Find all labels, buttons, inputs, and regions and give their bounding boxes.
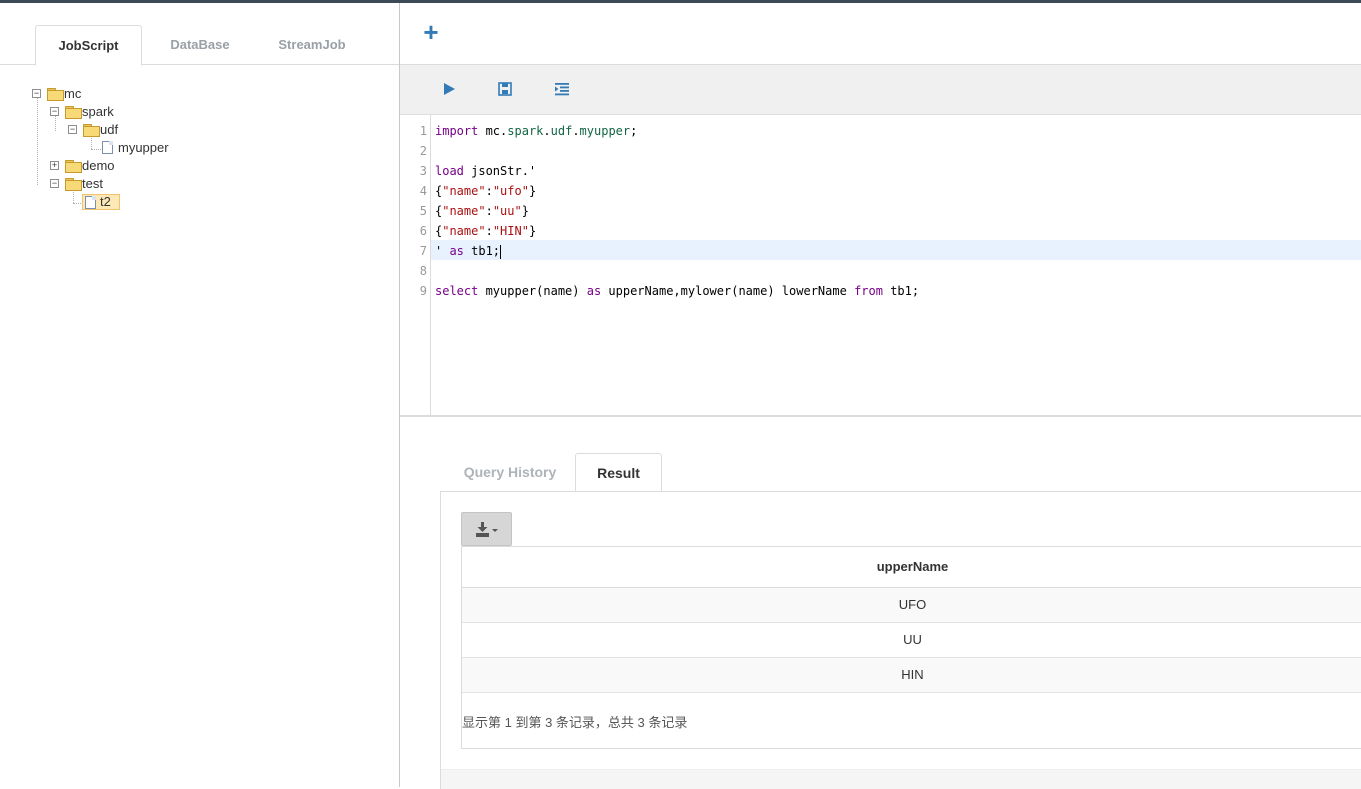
code-lines[interactable]: import mc.spark.udf.myupper; load jsonSt… <box>435 115 1361 415</box>
tab-query-history[interactable]: Query History <box>450 453 570 492</box>
play-icon <box>444 83 455 95</box>
line-number-gutter: 1 2 3 4 5 6 7 8 9 <box>400 115 431 415</box>
tree-node-t2[interactable]: t2 <box>82 193 142 211</box>
tree-line <box>91 149 101 150</box>
tree-node-label[interactable]: udf <box>98 121 120 139</box>
tree-node-label[interactable]: t2 <box>98 193 113 211</box>
run-button[interactable] <box>438 78 460 100</box>
collapse-toggle[interactable]: − <box>50 107 59 116</box>
plus-icon[interactable]: + <box>422 19 440 45</box>
code-line[interactable]: {"name":"uu"} <box>435 201 529 221</box>
tree-node-label[interactable]: demo <box>80 157 117 175</box>
code-line[interactable]: select myupper(name) as upperName,mylowe… <box>435 281 919 301</box>
code-line[interactable]: ' as tb1; <box>435 241 502 261</box>
editor-toolbar <box>400 65 1361 115</box>
result-panel-footer <box>441 769 1361 789</box>
left-pane: JobScript DataBase StreamJob − mc − spar… <box>0 3 400 787</box>
table-row: UU <box>462 623 1361 658</box>
file-icon <box>102 141 113 154</box>
expand-toggle[interactable]: + <box>50 161 59 170</box>
caret-down-icon <box>492 529 498 532</box>
folder-open-icon <box>65 106 82 119</box>
collapse-toggle[interactable]: − <box>50 179 59 188</box>
line-number: 4 <box>419 184 427 198</box>
file-icon <box>85 196 96 209</box>
tab-jobscript[interactable]: JobScript <box>35 25 142 66</box>
text-cursor <box>500 244 502 259</box>
export-dropdown-button[interactable] <box>461 512 512 546</box>
left-tabs: JobScript DataBase StreamJob <box>0 3 399 66</box>
line-number: 6 <box>419 224 427 238</box>
line-number: 5 <box>419 204 427 218</box>
tree-node-demo[interactable]: + demo <box>50 157 250 175</box>
download-icon <box>476 522 498 537</box>
tree-node-spark[interactable]: − spark <box>50 103 250 121</box>
indent-icon <box>555 83 569 96</box>
folder-icon <box>65 160 82 173</box>
folder-open-icon <box>83 124 100 137</box>
editor-resize-handle[interactable] <box>400 415 1361 417</box>
column-header[interactable]: upperName <box>462 547 1361 588</box>
code-line[interactable]: {"name":"ufo"} <box>435 181 536 201</box>
result-panel: upperName UFO UU HIN 显示第 1 到第 3 条记录，总共 3… <box>440 491 1361 789</box>
format-button[interactable] <box>551 78 573 100</box>
line-number: 9 <box>419 284 427 298</box>
tree-node-udf[interactable]: − udf <box>68 121 268 139</box>
table-row: UFO <box>462 588 1361 623</box>
result-tabs: Query History Result <box>440 453 1361 494</box>
result-table: upperName UFO UU HIN 显示第 1 到第 3 条记录，总共 3… <box>461 546 1361 749</box>
save-button[interactable] <box>494 78 516 100</box>
collapse-toggle[interactable]: − <box>32 89 41 98</box>
tree-node-test[interactable]: − test <box>50 175 250 193</box>
code-line[interactable]: import mc.spark.udf.myupper; <box>435 121 637 141</box>
tree-line <box>37 97 38 185</box>
code-line[interactable]: load jsonStr.' <box>435 161 536 181</box>
tree-node-mc[interactable]: − mc <box>32 85 232 103</box>
code-line[interactable]: {"name":"HIN"} <box>435 221 536 241</box>
code-editor[interactable]: 1 2 3 4 5 6 7 8 9 import mc.spark.udf.my… <box>400 115 1361 415</box>
job-script-tree: − mc − spark − udf myupper + demo − test… <box>0 65 399 785</box>
tree-node-label[interactable]: mc <box>62 85 83 103</box>
script-tabs-bar: + <box>400 3 1361 65</box>
folder-open-icon <box>65 178 82 191</box>
save-icon <box>498 82 512 96</box>
folder-open-icon <box>47 88 64 101</box>
line-number: 2 <box>419 144 427 158</box>
line-number: 1 <box>419 124 427 138</box>
tree-node-label[interactable]: test <box>80 175 105 193</box>
line-number: 3 <box>419 164 427 178</box>
pagination-info: 显示第 1 到第 3 条记录，总共 3 条记录 <box>462 715 688 730</box>
line-number: 7 <box>419 244 427 258</box>
collapse-toggle[interactable]: − <box>68 125 77 134</box>
tab-database[interactable]: DataBase <box>150 25 250 64</box>
right-pane: + 1 2 3 4 5 6 7 8 9 import mc.spark.udf.… <box>400 3 1361 789</box>
table-row: HIN <box>462 658 1361 693</box>
tab-streamjob[interactable]: StreamJob <box>262 25 362 64</box>
tab-result[interactable]: Result <box>575 453 662 494</box>
tree-node-label[interactable]: myupper <box>116 139 171 157</box>
tree-node-label[interactable]: spark <box>80 103 116 121</box>
tree-node-myupper[interactable]: myupper <box>102 139 302 157</box>
line-number: 8 <box>419 264 427 278</box>
